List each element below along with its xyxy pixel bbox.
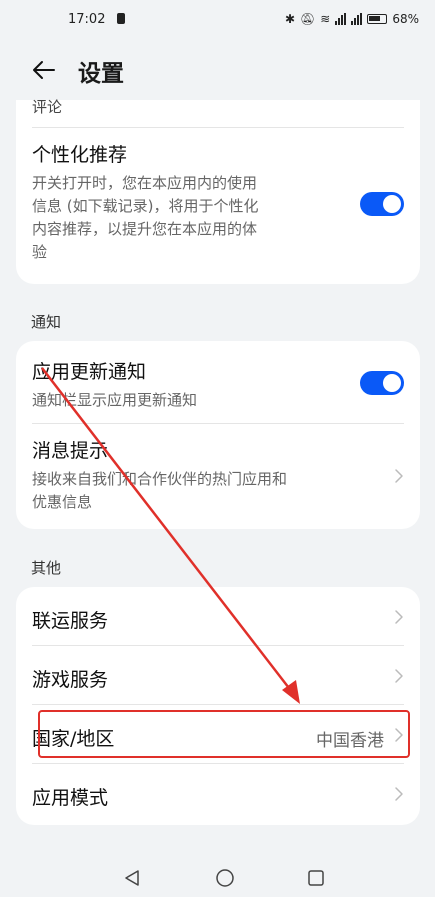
battery-icon bbox=[367, 14, 388, 24]
lock-icon bbox=[117, 13, 125, 24]
desc-line: 开关打开时，您在本应用内的使用 bbox=[32, 174, 258, 192]
page-title: 设置 bbox=[78, 61, 124, 87]
app-header: 设置 bbox=[0, 50, 435, 94]
item-title: 应用模式 bbox=[32, 787, 109, 809]
chevron-right-icon bbox=[395, 669, 403, 683]
comment-item-partial[interactable]: 评论 bbox=[32, 96, 62, 119]
back-arrow-icon[interactable] bbox=[30, 56, 58, 84]
desc-line: 内容推荐，以提升您在本应用的体 bbox=[32, 220, 258, 238]
mute-icon: 🔕︎ bbox=[300, 12, 316, 26]
item-title: 游戏服务 bbox=[32, 669, 109, 691]
signal-icon-1 bbox=[335, 13, 347, 25]
message-title: 消息提示 bbox=[32, 440, 109, 462]
chevron-right-icon bbox=[395, 469, 403, 483]
other-card: 联运服务 游戏服务 国家/地区 中国香港 应用模式 bbox=[16, 587, 420, 825]
chevron-right-icon bbox=[395, 610, 403, 624]
status-bar: 17:02 ✱ 🔕︎ ≋ 68% bbox=[0, 0, 435, 44]
personalized-title: 个性化推荐 bbox=[32, 144, 128, 166]
message-desc: 接收来自我们和合作伙伴的热门应用和 优惠信息 bbox=[32, 468, 287, 514]
desc-line: 验 bbox=[32, 243, 48, 261]
message-row[interactable]: 消息提示 接收来自我们和合作伙伴的热门应用和 优惠信息 bbox=[16, 424, 420, 529]
desc-line: 接收来自我们和合作伙伴的热门应用和 bbox=[32, 470, 288, 488]
personalized-desc: 开关打开时，您在本应用内的使用 信息 (如下载记录)，将用于个性化 内容推荐，以… bbox=[32, 172, 258, 264]
nav-recent-icon[interactable] bbox=[306, 868, 326, 888]
notify-card: 应用更新通知 通知栏显示应用更新通知 消息提示 接收来自我们和合作伙伴的热门应用… bbox=[16, 341, 420, 529]
annotation-highlight-box bbox=[38, 710, 410, 758]
other-item-mode[interactable]: 应用模式 bbox=[16, 764, 420, 822]
recommend-card: 评论 个性化推荐 开关打开时，您在本应用内的使用 信息 (如下载记录)，将用于个… bbox=[16, 98, 420, 284]
update-notify-row[interactable]: 应用更新通知 通知栏显示应用更新通知 bbox=[16, 341, 420, 423]
nav-home-icon[interactable] bbox=[215, 868, 235, 888]
status-icons: ✱ 🔕︎ ≋ 68% bbox=[285, 12, 419, 26]
item-title: 联运服务 bbox=[32, 610, 109, 632]
personalized-toggle[interactable] bbox=[360, 192, 404, 216]
bluetooth-icon: ✱ bbox=[284, 12, 296, 26]
desc-line: 优惠信息 bbox=[32, 493, 93, 511]
status-time: 17:02 bbox=[68, 12, 106, 27]
toggle-knob bbox=[383, 374, 401, 392]
section-label-notify: 通知 bbox=[31, 313, 62, 331]
system-nav-bar bbox=[0, 860, 435, 897]
chevron-right-icon bbox=[395, 787, 403, 801]
update-notify-desc: 通知栏显示应用更新通知 bbox=[32, 391, 198, 409]
update-notify-toggle[interactable] bbox=[360, 371, 404, 395]
personalized-recommend-row[interactable]: 个性化推荐 开关打开时，您在本应用内的使用 信息 (如下载记录)，将用于个性化 … bbox=[16, 128, 420, 284]
wifi-icon: ≋ bbox=[320, 12, 331, 26]
toggle-knob bbox=[383, 195, 401, 213]
signal-icon-2 bbox=[351, 13, 363, 25]
nav-back-icon[interactable] bbox=[122, 868, 142, 888]
section-label-other: 其他 bbox=[31, 559, 62, 577]
battery-level: 68% bbox=[392, 12, 419, 26]
other-item-game[interactable]: 游戏服务 bbox=[16, 646, 420, 704]
other-item-lianyun[interactable]: 联运服务 bbox=[16, 587, 420, 645]
desc-line: 信息 (如下载记录)，将用于个性化 bbox=[32, 197, 259, 215]
update-notify-title: 应用更新通知 bbox=[32, 361, 147, 383]
